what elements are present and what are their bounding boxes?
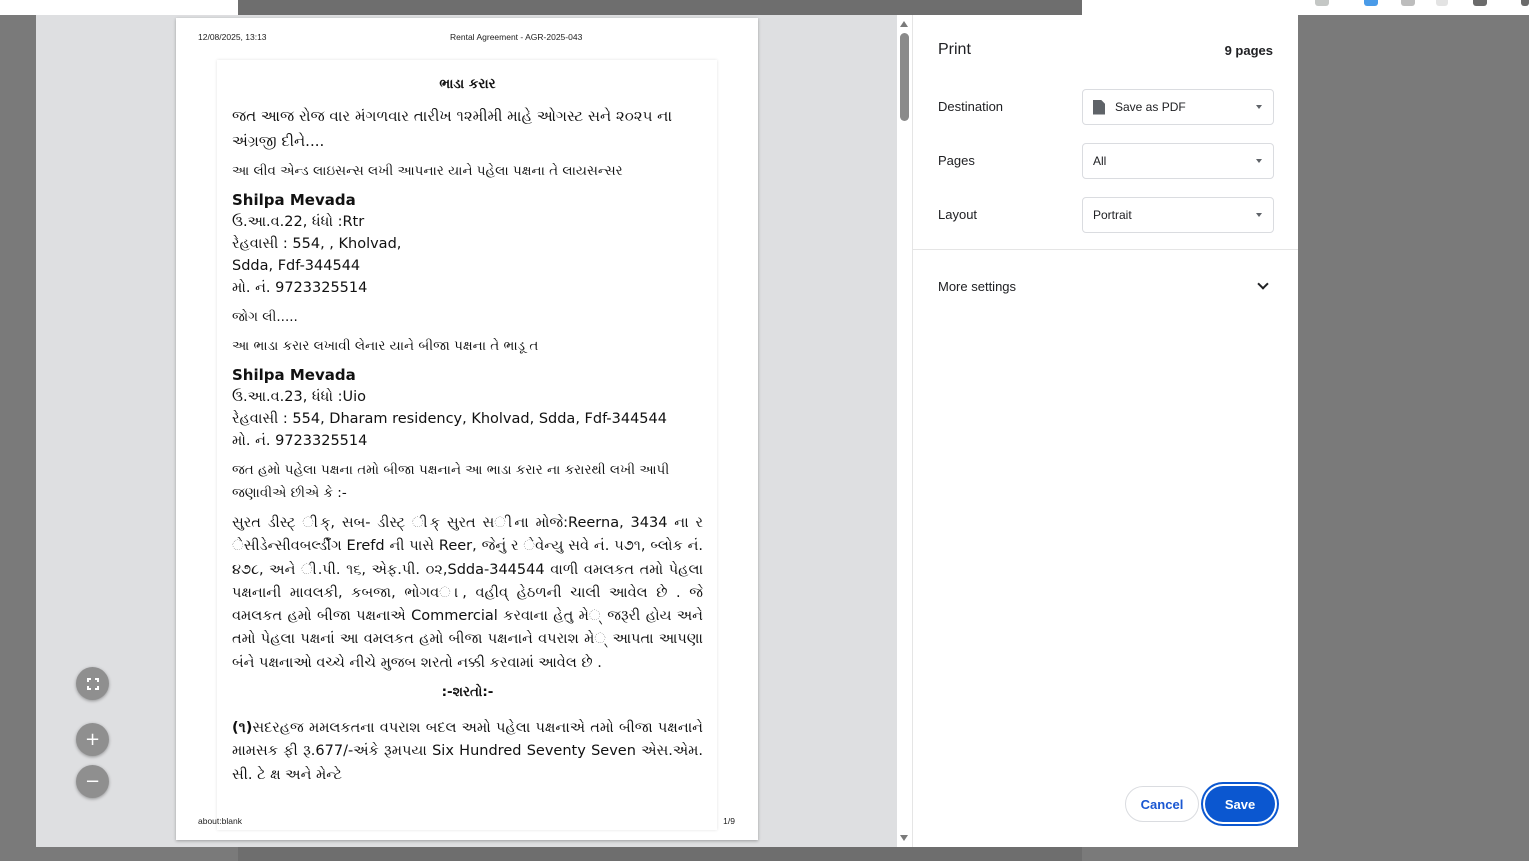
property-description: સુરત ડીસ્ટ્ ◌ીક્, સબ- ડીસ્ટ્ ◌ીક્ સુરત સ… bbox=[232, 515, 703, 671]
menu-icon[interactable] bbox=[1521, 0, 1529, 6]
zoom-in-button[interactable]: + bbox=[76, 723, 109, 756]
clause-one-text: સદરહજ મમલકતના વપરાશ બદલ અમો પહેલા પક્ષના… bbox=[232, 720, 703, 783]
destination-value: Save as PDF bbox=[1115, 100, 1186, 114]
save-button[interactable]: Save bbox=[1205, 786, 1275, 822]
scroll-up-arrow-icon[interactable] bbox=[900, 21, 908, 27]
profile-icon[interactable] bbox=[1473, 0, 1487, 6]
party-one-name: Shilpa Mevada bbox=[232, 191, 356, 209]
print-settings-panel: Print 9 pages Destination Save as PDF Pa… bbox=[912, 15, 1298, 847]
page-count: 9 pages bbox=[1224, 43, 1273, 58]
settings-divider bbox=[913, 249, 1298, 250]
preview-scrollbar[interactable] bbox=[897, 15, 912, 847]
scroll-down-arrow-icon[interactable] bbox=[900, 835, 908, 841]
jog-li-text: જોગ લી..... bbox=[232, 309, 298, 325]
extension-blue-icon[interactable] bbox=[1364, 0, 1378, 6]
print-dialog: 12/08/2025, 13:13 Rental Agreement - AGR… bbox=[36, 15, 1298, 847]
pages-select[interactable]: All bbox=[1082, 143, 1274, 179]
more-settings-label: More settings bbox=[938, 279, 1017, 294]
page-footer-url: about:blank bbox=[198, 816, 242, 826]
more-settings-toggle[interactable]: More settings bbox=[913, 270, 1298, 302]
extension-gray-2-icon[interactable] bbox=[1436, 0, 1448, 6]
page-header-title: Rental Agreement - AGR-2025-043 bbox=[450, 32, 583, 42]
declaration-paragraph: જત હમો પહેલા પક્ષના તમો બીજા પક્ષનાને આ … bbox=[232, 462, 670, 501]
layout-value: Portrait bbox=[1093, 208, 1132, 222]
tenant-intro: આ ભાડા કરાર લખાવી લેનાર યાને બીજા પક્ષના… bbox=[232, 338, 539, 354]
party-one-phone: મો. નં. 9723325514 bbox=[232, 280, 368, 296]
party-one-age: ઉ.આ.વ.22, ધંધો :Rtr bbox=[232, 214, 365, 230]
intro-paragraph: જત આજ રોજ વાર મંગળવાર તારીખ ૧૨મીમી માહે … bbox=[232, 107, 673, 150]
layout-select[interactable]: Portrait bbox=[1082, 197, 1274, 233]
fit-to-page-button[interactable] bbox=[76, 667, 109, 700]
dropdown-arrow-icon bbox=[1256, 159, 1262, 163]
party-two-block: Shilpa Mevada ઉ.આ.વ.23, ધંધો :Uio રેહવાસ… bbox=[232, 364, 703, 452]
party-one-address-line2: Sdda, Fdf-344544 bbox=[232, 258, 361, 274]
plus-icon: + bbox=[84, 729, 101, 750]
minus-icon: − bbox=[84, 771, 101, 792]
print-preview-pane: 12/08/2025, 13:13 Rental Agreement - AGR… bbox=[36, 15, 912, 847]
clause-one: (૧)સદરહજ મમલકતના વપરાશ બદલ અમો પહેલા પક્… bbox=[232, 717, 703, 787]
party-two-phone: મો. નં. 9723325514 bbox=[232, 433, 368, 449]
document-title: ભાડા કરાર bbox=[439, 76, 496, 92]
extension-gray-icon[interactable] bbox=[1401, 0, 1415, 6]
party-one-block: Shilpa Mevada ઉ.આ.વ.22, ધંધો :Rtr રેહવાસ… bbox=[232, 189, 703, 299]
pages-label: Pages bbox=[938, 153, 975, 168]
file-icon bbox=[1093, 99, 1105, 115]
scroll-thumb[interactable] bbox=[900, 33, 909, 121]
party-one-address-line1: રેહવાસી : 554, , Kholvad, bbox=[232, 236, 402, 252]
licensor-intro: આ લીવ એન્ડ લાઇસન્સ લખી આપનાર યાને પહેલા … bbox=[232, 163, 623, 179]
layout-label: Layout bbox=[938, 207, 978, 222]
agreement-document: ભાડા કરાર જત આજ રોજ વાર મંગળવાર તારીખ ૧૨… bbox=[217, 60, 717, 830]
dropdown-arrow-icon bbox=[1256, 213, 1262, 217]
pages-value: All bbox=[1093, 154, 1107, 168]
page-header-datetime: 12/08/2025, 13:13 bbox=[198, 32, 267, 42]
party-two-age: ઉ.આ.વ.23, ધંધો :Uio bbox=[232, 389, 366, 405]
print-title: Print bbox=[938, 41, 971, 58]
party-two-name: Shilpa Mevada bbox=[232, 366, 356, 384]
destination-label: Destination bbox=[938, 99, 1004, 114]
star-icon[interactable] bbox=[1315, 0, 1329, 6]
dropdown-arrow-icon bbox=[1256, 105, 1262, 109]
cancel-button[interactable]: Cancel bbox=[1125, 786, 1199, 822]
fit-to-page-icon bbox=[86, 677, 99, 690]
preview-page: 12/08/2025, 13:13 Rental Agreement - AGR… bbox=[176, 18, 758, 840]
party-two-address: રેહવાસી : 554, Dharam residency, Kholvad… bbox=[232, 411, 667, 427]
zoom-out-button[interactable]: − bbox=[76, 765, 109, 798]
page-footer-number: 1/9 bbox=[723, 816, 735, 826]
destination-select[interactable]: Save as PDF bbox=[1082, 89, 1274, 125]
terms-heading: :-શરતો:- bbox=[441, 684, 494, 701]
clause-one-number: (૧) bbox=[232, 720, 253, 737]
chevron-down-icon bbox=[1257, 278, 1269, 290]
